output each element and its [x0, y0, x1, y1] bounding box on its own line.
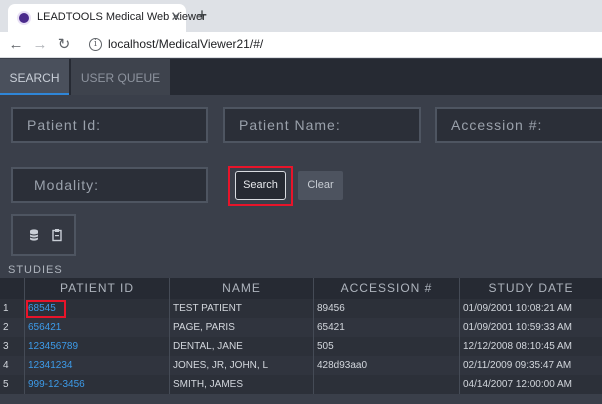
site-info-icon[interactable]: i [89, 38, 102, 51]
patient-name-input[interactable] [225, 109, 419, 141]
study-tools-box [11, 214, 76, 256]
patient-name-cell: SMITH, JAMES [170, 375, 314, 394]
tab-user-queue[interactable]: USER QUEUE [71, 59, 170, 95]
studies-section-label: STUDIES [8, 264, 63, 276]
study-date-cell: 01/09/2001 10:59:33 AM [463, 322, 572, 333]
row-index: 4 [0, 356, 25, 375]
row-index: 5 [0, 375, 25, 394]
patient-id-input[interactable] [13, 109, 206, 141]
reload-icon[interactable]: ↻ [54, 35, 74, 55]
patient-id-field [11, 107, 208, 143]
study-date-cell: 04/14/2007 12:00:00 AM [463, 379, 572, 390]
row-index: 3 [0, 337, 25, 356]
clipboard-icon[interactable] [49, 227, 65, 243]
accession-field [435, 107, 602, 143]
table-row[interactable]: 3 123456789 DENTAL, JANE 505 12/12/2008 … [0, 337, 602, 356]
accession-cell: 505 [314, 337, 460, 356]
patient-name-cell: PAGE, PARIS [170, 318, 314, 337]
accession-input[interactable] [437, 109, 602, 141]
accession-cell [314, 375, 460, 394]
database-icon[interactable] [26, 227, 42, 243]
patient-id-link[interactable]: 123456789 [25, 337, 170, 356]
patient-id-highlight [26, 300, 66, 318]
patient-name-cell: TEST PATIENT [170, 299, 314, 318]
medical-viewer-app: SEARCH USER QUEUE Search Clear [0, 59, 602, 404]
browser-tab-strip: LEADTOOLS Medical Web Viewer ✕ + [0, 0, 602, 32]
study-date-cell: 02/11/2009 09:35:47 AM [463, 360, 572, 371]
patient-id-link[interactable]: 12341234 [25, 356, 170, 375]
clear-button[interactable]: Clear [298, 171, 343, 200]
browser-toolbar: ← → ↻ i localhost/MedicalViewer21/#/ [0, 32, 602, 58]
studies-header-row: PATIENT ID NAME ACCESSION # STUDY DATE [0, 278, 602, 299]
close-tab-icon[interactable]: ✕ [168, 9, 184, 25]
leadtools-favicon-icon [17, 11, 31, 25]
column-header-index [0, 278, 25, 299]
study-date-cell: 01/09/2001 10:08:21 AM [463, 303, 572, 314]
table-row[interactable]: 5 999-12-3456 SMITH, JAMES 04/14/2007 12… [0, 375, 602, 394]
accession-cell: 89456 [314, 299, 460, 318]
study-date-cell: 12/12/2008 08:10:45 AM [463, 341, 572, 352]
row-index: 2 [0, 318, 25, 337]
forward-arrow-icon[interactable]: → [30, 35, 50, 55]
address-bar[interactable]: localhost/MedicalViewer21/#/ [108, 37, 263, 51]
back-arrow-icon[interactable]: ← [6, 35, 26, 55]
table-row[interactable]: 2 656421 PAGE, PARIS 65421 01/09/2001 10… [0, 318, 602, 337]
patient-name-field [223, 107, 421, 143]
row-index: 1 [0, 299, 25, 318]
column-header-accession[interactable]: ACCESSION # [314, 278, 460, 299]
new-tab-icon[interactable]: + [193, 6, 211, 24]
patient-name-cell: DENTAL, JANE [170, 337, 314, 356]
column-header-name[interactable]: NAME [170, 278, 314, 299]
search-button[interactable]: Search [235, 171, 286, 200]
browser-tab[interactable]: LEADTOOLS Medical Web Viewer ✕ [8, 4, 206, 32]
app-tab-bar: SEARCH USER QUEUE [0, 59, 602, 95]
modality-field [11, 167, 208, 203]
patient-id-link[interactable]: 999-12-3456 [25, 375, 170, 394]
column-header-study-date[interactable]: STUDY DATE [460, 278, 602, 299]
column-header-patient-id[interactable]: PATIENT ID [25, 278, 170, 299]
patient-name-cell: JONES, JR, JOHN, L [170, 356, 314, 375]
accession-cell: 428d93aa0 [314, 356, 460, 375]
table-row[interactable]: 1 68545 TEST PATIENT 89456 01/09/2001 10… [0, 299, 602, 318]
patient-id-link[interactable]: 656421 [25, 318, 170, 337]
tab-search[interactable]: SEARCH [0, 59, 69, 95]
modality-input[interactable] [13, 169, 206, 201]
accession-cell: 65421 [314, 318, 460, 337]
table-row[interactable]: 4 12341234 JONES, JR, JOHN, L 428d93aa0 … [0, 356, 602, 375]
